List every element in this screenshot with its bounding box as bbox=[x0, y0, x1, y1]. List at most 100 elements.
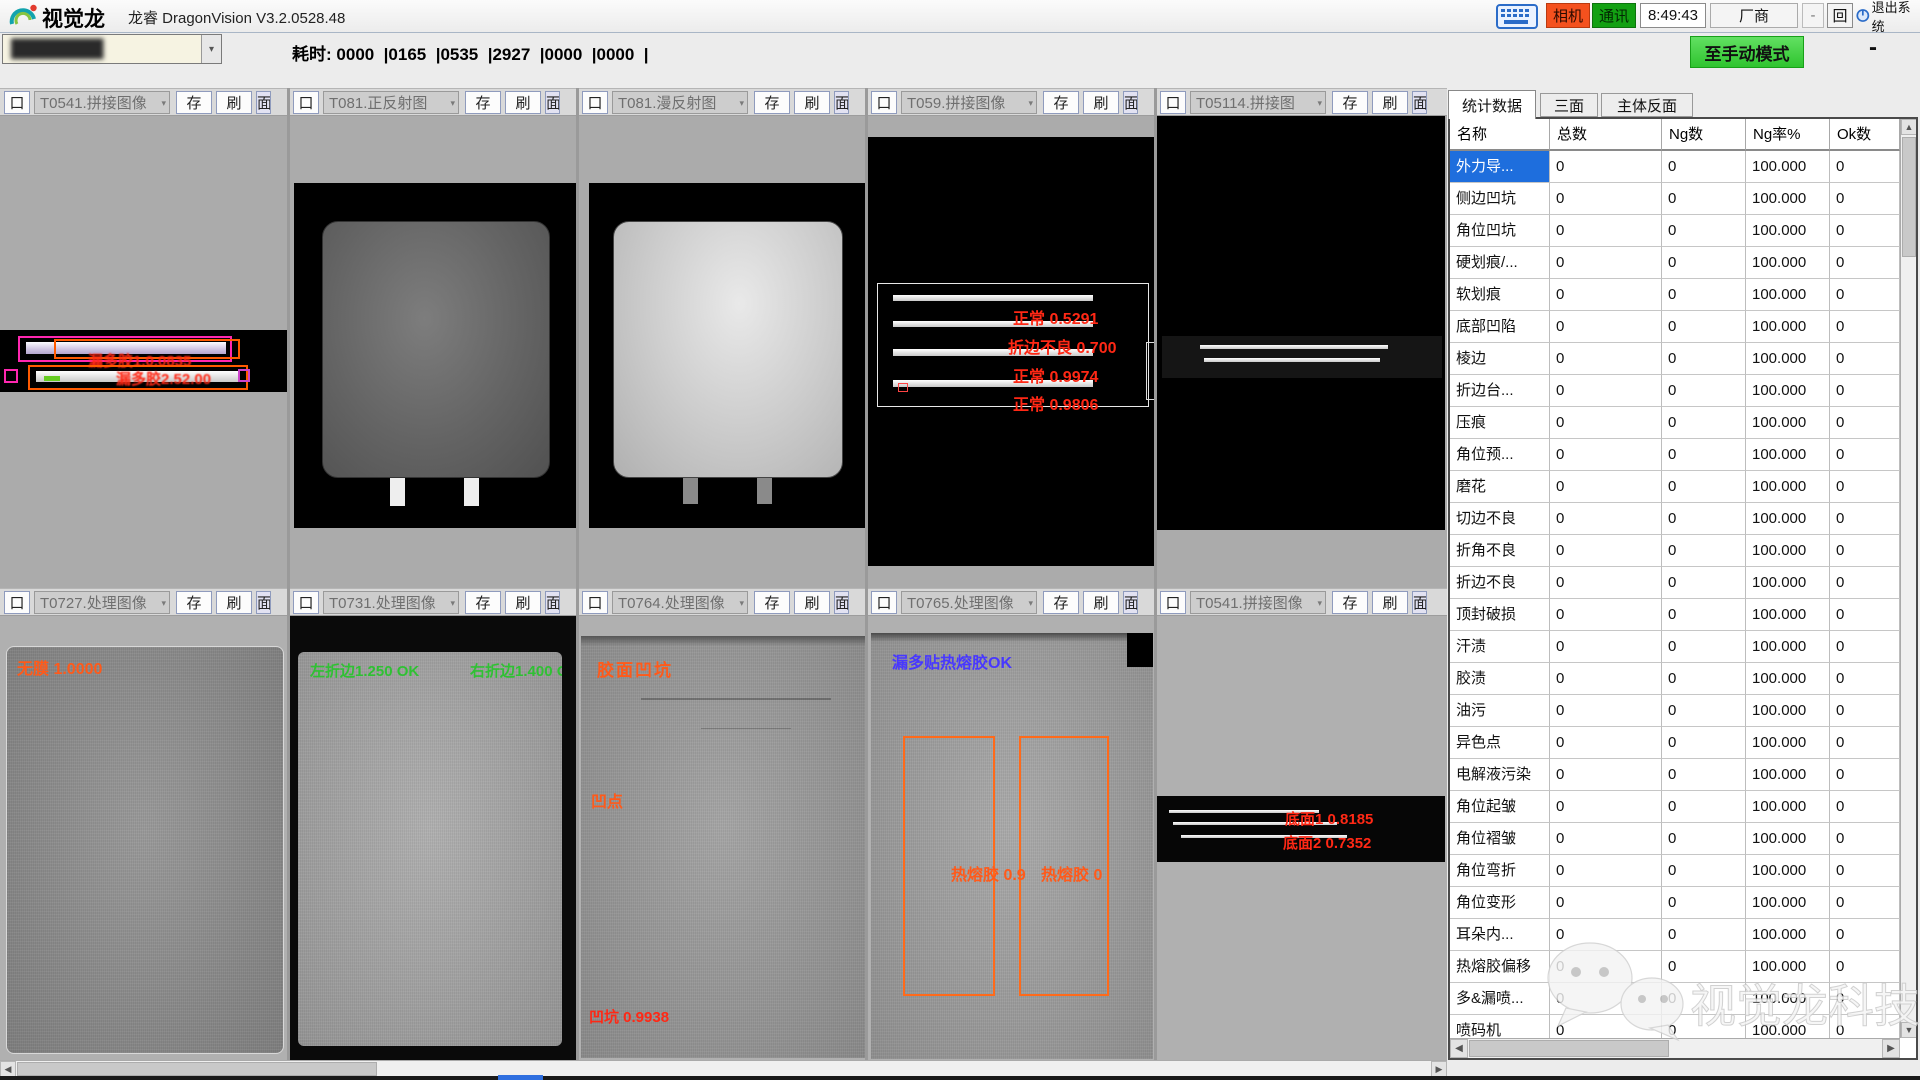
comm-status-button[interactable]: 通讯 bbox=[1592, 3, 1636, 28]
stats-row[interactable]: 切边不良00100.0000 bbox=[1450, 503, 1900, 535]
panel-save-button[interactable]: 存 bbox=[1043, 91, 1079, 114]
minimize-dash[interactable]: - bbox=[1858, 36, 1888, 60]
stats-row[interactable]: 折边台...00100.0000 bbox=[1450, 375, 1900, 407]
panel-window-button[interactable]: 口 bbox=[871, 591, 897, 614]
stats-row[interactable]: 角位起皱00100.0000 bbox=[1450, 791, 1900, 823]
column-header-ok[interactable]: Ok数 bbox=[1830, 119, 1900, 151]
exit-system-button[interactable]: 退出系统 bbox=[1856, 3, 1919, 28]
panel-source-combobox[interactable]: T081.漫反射图▾ bbox=[612, 91, 748, 114]
panel-partial-button[interactable]: 面 bbox=[545, 591, 560, 614]
panel-window-button[interactable]: 口 bbox=[582, 91, 608, 114]
panel-partial-button[interactable]: 面 bbox=[256, 591, 271, 614]
panel-source-combobox[interactable]: T0764.处理图像▾ bbox=[612, 591, 748, 614]
panel-partial-button[interactable]: 面 bbox=[834, 91, 849, 114]
viewport-t0731-processed[interactable]: 左折边1.250 OK 右折边1.400 O bbox=[289, 616, 577, 1060]
program-select-combobox[interactable]: █████████ ▾ bbox=[2, 34, 222, 64]
stats-row[interactable]: 硬划痕/...00100.0000 bbox=[1450, 247, 1900, 279]
stats-row[interactable]: 胶渍00100.0000 bbox=[1450, 663, 1900, 695]
panel-source-combobox[interactable]: T0541.拼接图像▾ bbox=[1190, 591, 1326, 614]
scroll-right-icon[interactable]: ▶ bbox=[1431, 1061, 1447, 1077]
stats-row[interactable]: 侧边凹坑00100.0000 bbox=[1450, 183, 1900, 215]
tab-body-reverse[interactable]: 主体反面 bbox=[1601, 93, 1693, 117]
back-button[interactable]: 回 bbox=[1827, 3, 1853, 28]
panel-source-combobox[interactable]: T0727.处理图像▾ bbox=[34, 591, 170, 614]
panel-window-button[interactable]: 口 bbox=[4, 91, 30, 114]
scroll-right-icon[interactable]: ▶ bbox=[1882, 1039, 1900, 1058]
panel-save-button[interactable]: 存 bbox=[754, 591, 790, 614]
stats-row[interactable]: 软划痕00100.0000 bbox=[1450, 279, 1900, 311]
panel-partial-button[interactable]: 面 bbox=[1412, 91, 1427, 114]
stats-row[interactable]: 耳朵内...00100.0000 bbox=[1450, 919, 1900, 951]
scroll-down-icon[interactable]: ▼ bbox=[1901, 1022, 1917, 1038]
stats-row[interactable]: 汗渍00100.0000 bbox=[1450, 631, 1900, 663]
panel-save-button[interactable]: 存 bbox=[1332, 91, 1368, 114]
stats-row[interactable]: 外力导...00100.0000 bbox=[1450, 151, 1900, 183]
panel-partial-button[interactable]: 面 bbox=[1123, 591, 1138, 614]
panel-refresh-button[interactable]: 刷 bbox=[794, 591, 830, 614]
panel-source-combobox[interactable]: T0731.处理图像▾ bbox=[323, 591, 459, 614]
table-vertical-scrollbar[interactable]: ▲ ▼ bbox=[1900, 119, 1916, 1038]
panel-window-button[interactable]: 口 bbox=[293, 591, 319, 614]
stats-row[interactable]: 折角不良00100.0000 bbox=[1450, 535, 1900, 567]
panel-refresh-button[interactable]: 刷 bbox=[216, 91, 252, 114]
viewport-t0541-stitched[interactable]: 漏多胶1.0.0835 漏多胶2.52.00 bbox=[0, 330, 287, 392]
panel-window-button[interactable]: 口 bbox=[1160, 91, 1186, 114]
viewport-t059-stitched[interactable]: 正常 0.5291 折边不良 0.700 正常 0.9974 正常 0.9806 bbox=[867, 137, 1156, 566]
scroll-left-icon[interactable]: ◀ bbox=[0, 1061, 16, 1077]
panel-refresh-button[interactable]: 刷 bbox=[1083, 91, 1119, 114]
panel-partial-button[interactable]: 面 bbox=[834, 591, 849, 614]
keyboard-icon[interactable] bbox=[1496, 4, 1538, 29]
panel-refresh-button[interactable]: 刷 bbox=[794, 91, 830, 114]
panel-save-button[interactable]: 存 bbox=[1043, 591, 1079, 614]
panel-save-button[interactable]: 存 bbox=[465, 91, 501, 114]
tab-statistics[interactable]: 统计数据 bbox=[1448, 90, 1536, 119]
stats-row[interactable]: 棱边00100.0000 bbox=[1450, 343, 1900, 375]
panel-refresh-button[interactable]: 刷 bbox=[505, 591, 541, 614]
tab-three-sides[interactable]: 三面 bbox=[1540, 93, 1598, 117]
stats-row[interactable]: 角位预...00100.0000 bbox=[1450, 439, 1900, 471]
panel-partial-button[interactable]: 面 bbox=[1412, 591, 1427, 614]
panel-save-button[interactable]: 存 bbox=[754, 91, 790, 114]
viewport-t081-specular[interactable] bbox=[294, 183, 577, 528]
panel-window-button[interactable]: 口 bbox=[582, 591, 608, 614]
viewport-t05114-stitched[interactable] bbox=[1156, 116, 1445, 530]
stats-row[interactable]: 压痕00100.0000 bbox=[1450, 407, 1900, 439]
panel-window-button[interactable]: 口 bbox=[293, 91, 319, 114]
stats-row[interactable]: 顶封破损00100.0000 bbox=[1450, 599, 1900, 631]
column-header-total[interactable]: 总数 bbox=[1550, 119, 1662, 151]
column-header-ng[interactable]: Ng数 bbox=[1662, 119, 1746, 151]
scrollbar-thumb[interactable] bbox=[1902, 137, 1916, 257]
panel-window-button[interactable]: 口 bbox=[4, 591, 30, 614]
panel-partial-button[interactable]: 面 bbox=[545, 91, 560, 114]
viewport-t0764-processed[interactable]: 胶面凹坑 凹点 凹坑 0.9938 bbox=[581, 636, 865, 1058]
column-header-name[interactable]: 名称 bbox=[1450, 119, 1550, 151]
dash-button[interactable]: - bbox=[1802, 3, 1824, 28]
stats-row[interactable]: 喷码机00100.0000 bbox=[1450, 1015, 1900, 1038]
stats-row[interactable]: 热熔胶偏移00100.0000 bbox=[1450, 951, 1900, 983]
panel-refresh-button[interactable]: 刷 bbox=[1372, 591, 1408, 614]
stats-row[interactable]: 多&漏喷...00100.0000 bbox=[1450, 983, 1900, 1015]
stats-row[interactable]: 角位变形00100.0000 bbox=[1450, 887, 1900, 919]
viewport-t0727-processed[interactable]: 无膜 1.0000 bbox=[6, 646, 284, 1054]
panel-source-combobox[interactable]: T0765.处理图像▾ bbox=[901, 591, 1037, 614]
stats-row[interactable]: 磨花00100.0000 bbox=[1450, 471, 1900, 503]
panel-save-button[interactable]: 存 bbox=[1332, 591, 1368, 614]
column-header-ngrate[interactable]: Ng率% bbox=[1746, 119, 1830, 151]
panel-partial-button[interactable]: 面 bbox=[1123, 91, 1138, 114]
vendor-button[interactable]: 厂商 bbox=[1710, 3, 1798, 28]
scrollbar-thumb[interactable] bbox=[1469, 1040, 1669, 1057]
to-manual-mode-button[interactable]: 至手动模式 bbox=[1690, 36, 1804, 68]
panel-save-button[interactable]: 存 bbox=[465, 591, 501, 614]
panel-source-combobox[interactable]: T059.拼接图像▾ bbox=[901, 91, 1037, 114]
panel-window-button[interactable]: 口 bbox=[1160, 591, 1186, 614]
panel-source-combobox[interactable]: T0541.拼接图像▾ bbox=[34, 91, 170, 114]
table-horizontal-scrollbar[interactable]: ◀ ▶ bbox=[1450, 1038, 1900, 1058]
grid-horizontal-scrollbar[interactable]: ◀ ▶ bbox=[0, 1060, 1447, 1076]
panel-save-button[interactable]: 存 bbox=[176, 591, 212, 614]
stats-row[interactable]: 折边不良00100.0000 bbox=[1450, 567, 1900, 599]
panel-source-combobox[interactable]: T081.正反射图▾ bbox=[323, 91, 459, 114]
panel-source-combobox[interactable]: T05114.拼接图▾ bbox=[1190, 91, 1326, 114]
stats-row[interactable]: 油污00100.0000 bbox=[1450, 695, 1900, 727]
viewport-t0541-bottom[interactable]: 底面1 0.8185 底面2 0.7352 bbox=[1157, 796, 1445, 862]
panel-refresh-button[interactable]: 刷 bbox=[505, 91, 541, 114]
